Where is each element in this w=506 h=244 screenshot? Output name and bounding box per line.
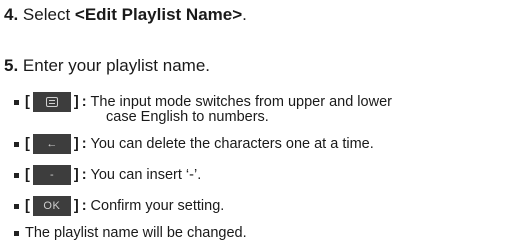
menu-icon bbox=[33, 92, 71, 112]
step-4: 4. Select <Edit Playlist Name>. bbox=[4, 5, 247, 25]
colon: : bbox=[81, 166, 87, 183]
step-5-text: Enter your playlist name. bbox=[22, 56, 211, 75]
item-description: You can delete the characters one at a t… bbox=[90, 135, 374, 152]
list-item-note: The playlist name will be changed. bbox=[14, 225, 247, 242]
menu-key bbox=[32, 92, 71, 112]
bracket-close: ] bbox=[73, 93, 79, 110]
list-item-insert-dash: [ - ] : You can insert ‘-’. bbox=[14, 165, 201, 185]
item-description-continued: case English to numbers. bbox=[106, 109, 269, 125]
item-description: The input mode switches from upper and l… bbox=[90, 93, 392, 110]
ok-icon: OK bbox=[43, 199, 61, 212]
step-4-emphasis: <Edit Playlist Name> bbox=[74, 5, 243, 24]
bullet bbox=[14, 231, 19, 236]
back-key: ← bbox=[32, 134, 71, 154]
bracket-open: [ bbox=[25, 135, 30, 152]
bullet bbox=[14, 172, 19, 178]
step-5: 5. Enter your playlist name. bbox=[4, 56, 210, 76]
back-arrow-icon: ← bbox=[46, 137, 58, 150]
list-item-delete: [ ← ] : You can delete the characters on… bbox=[14, 134, 374, 154]
list-item-confirm: [ OK ] : Confirm your setting. bbox=[14, 196, 224, 216]
bracket-close: ] bbox=[73, 135, 79, 152]
dash-key: - bbox=[32, 165, 71, 185]
step-4-text: Select bbox=[22, 5, 75, 24]
bullet bbox=[14, 99, 19, 105]
bracket-close: ] bbox=[73, 197, 79, 214]
bracket-open: [ bbox=[25, 197, 30, 214]
dash-icon: - bbox=[50, 168, 54, 181]
bullet bbox=[14, 203, 19, 209]
note-text: The playlist name will be changed. bbox=[25, 225, 247, 241]
item-description: Confirm your setting. bbox=[90, 197, 225, 214]
step-4-number: 4. bbox=[4, 5, 19, 24]
step-5-number: 5. bbox=[4, 56, 19, 75]
bracket-close: ] bbox=[73, 166, 79, 183]
bullet bbox=[14, 141, 19, 147]
bracket-open: [ bbox=[25, 93, 30, 110]
colon: : bbox=[81, 135, 87, 152]
step-4-period: . bbox=[242, 5, 247, 24]
ok-key: OK bbox=[32, 196, 71, 216]
colon: : bbox=[81, 93, 87, 110]
bracket-open: [ bbox=[25, 166, 30, 183]
item-description: You can insert ‘-’. bbox=[90, 166, 202, 183]
colon: : bbox=[81, 197, 87, 214]
